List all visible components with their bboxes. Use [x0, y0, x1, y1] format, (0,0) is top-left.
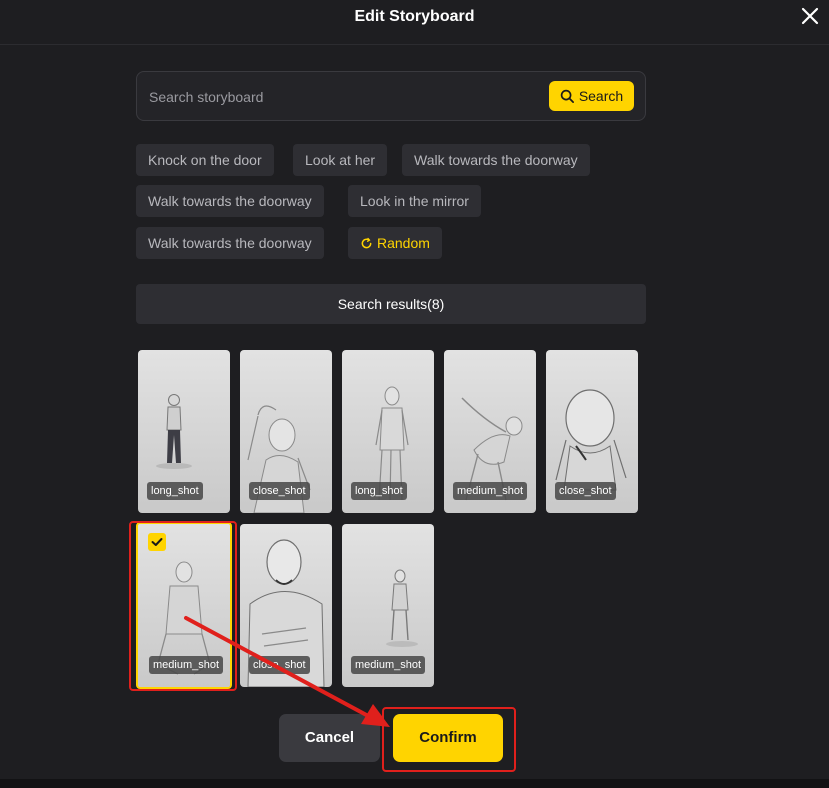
shot-label: close_shot [555, 482, 616, 500]
storyboard-card[interactable]: medium_shot [444, 350, 536, 513]
confirm-button[interactable]: Confirm [393, 714, 503, 762]
close-icon [801, 7, 819, 25]
storyboard-card-selected[interactable]: medium_shot [136, 522, 232, 689]
prompt-chip[interactable]: Knock on the door [136, 144, 274, 176]
prompt-chip[interactable]: Look at her [293, 144, 388, 176]
storyboard-card[interactable]: medium_shot [342, 524, 434, 687]
shot-label: close_shot [249, 482, 310, 500]
search-input[interactable] [149, 84, 539, 110]
prompt-chip[interactable]: Look in the mirror [348, 185, 481, 217]
close-button[interactable] [798, 4, 822, 28]
search-icon [560, 89, 574, 103]
bottom-strip [0, 779, 829, 788]
shot-label: medium_shot [351, 656, 426, 674]
refresh-icon [361, 237, 372, 248]
search-button-label: Search [578, 88, 624, 104]
results-header: Search results(8) [136, 284, 646, 324]
search-button[interactable]: Search [549, 81, 634, 111]
storyboard-card[interactable]: close_shot [240, 350, 332, 513]
shot-label: long_shot [147, 482, 203, 500]
prompt-chip[interactable]: Walk towards the doorway [402, 144, 590, 176]
random-button[interactable]: Random [348, 227, 442, 259]
shot-label: medium_shot [453, 482, 528, 500]
search-bar: Search [136, 71, 646, 121]
cancel-button[interactable]: Cancel [279, 714, 380, 762]
dialog-title: Edit Storyboard [354, 8, 475, 25]
dialog-header: Edit Storyboard [0, 0, 829, 45]
selected-check [148, 533, 166, 551]
storyboard-card[interactable]: close_shot [240, 524, 332, 687]
check-icon [151, 538, 163, 546]
random-label: Random [377, 235, 430, 251]
shot-label: medium_shot [149, 656, 224, 674]
prompt-chip[interactable]: Walk towards the doorway [136, 227, 324, 259]
shot-label: long_shot [351, 482, 407, 500]
storyboard-card[interactable]: long_shot [342, 350, 434, 513]
prompt-chip[interactable]: Walk towards the doorway [136, 185, 324, 217]
storyboard-card[interactable]: long_shot [138, 350, 230, 513]
shot-label: close_shot [249, 656, 310, 674]
storyboard-card[interactable]: close_shot [546, 350, 638, 513]
